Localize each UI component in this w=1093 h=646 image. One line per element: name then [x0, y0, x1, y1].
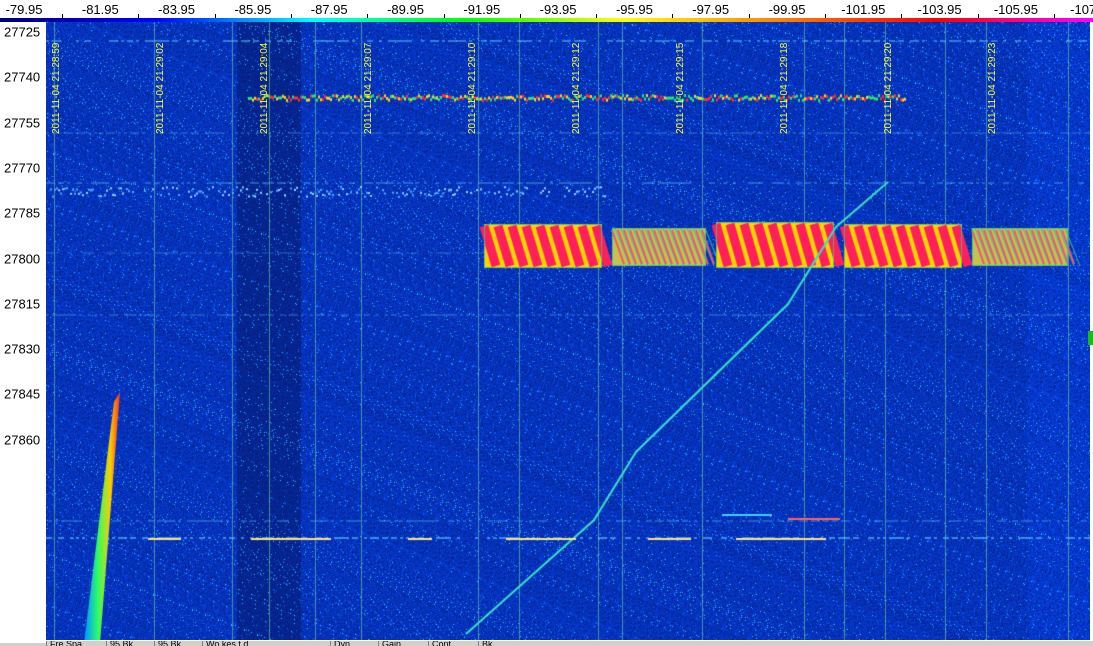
waterfall-canvas[interactable]: [46, 22, 1090, 643]
timestamp-label: 2011-11-04 21:29:12: [571, 42, 582, 134]
status-bar-item: 95 Bk: [154, 641, 181, 646]
frequency-axis: -79.95 -81.95 -83.95 -85.95 -87.95 -89.95 -91.…: [0, 0, 1093, 19]
y-tick-label: 27860: [4, 432, 41, 448]
timestamp-label: 2011-11-04 21:29:20: [883, 42, 894, 134]
status-bar-item: Wo kes t d: [202, 641, 248, 646]
y-axis: 27725 27740 27755 27770 27785 27800 27815 27830…: [0, 22, 47, 643]
y-tick-label: 27845: [4, 386, 41, 402]
timestamp-label: 2011-11-04 21:28:59: [51, 42, 62, 134]
frequency-tick-label: -99.95: [768, 2, 806, 17]
frequency-tick-label: -85.95: [234, 2, 272, 17]
y-tick-label: 27815: [4, 296, 41, 312]
status-bar-item: Bk: [478, 641, 493, 646]
y-tick-label: 27785: [4, 205, 41, 221]
status-bar-item: Cont: [428, 641, 451, 646]
frequency-tick-label: -81.95: [81, 2, 119, 17]
level-marker[interactable]: [1088, 331, 1093, 345]
status-bar: Fre Spa 95 Bk 95 Bk Wo kes t d Dyn Gain Cont Bk: [46, 640, 1093, 646]
frequency-tick-label: -83.95: [158, 2, 196, 17]
status-bar-item: Gain: [378, 641, 401, 646]
frequency-tick-label: -107.95: [1070, 2, 1093, 17]
y-tick-label: 27830: [4, 341, 41, 357]
timestamp-label: 2011-11-04 21:29:15: [675, 42, 686, 134]
frequency-tick-label: -89.95: [387, 2, 424, 17]
status-bar-item: Dyn: [330, 641, 350, 646]
status-bar-item: Fre Spa: [46, 641, 82, 646]
y-tick-label: 27755: [4, 115, 41, 131]
timestamp-label: 2011-11-04 21:29:23: [987, 42, 998, 134]
status-bar-item: 95 Bk: [106, 641, 133, 646]
timestamp-label: 2011-11-04 21:29:10: [467, 42, 478, 134]
y-tick-label: 27800: [4, 251, 41, 266]
timestamp-label: 2011-11-04 21:29:18: [779, 42, 790, 134]
frequency-tick-label: -95.95: [615, 2, 653, 17]
timestamp-label: 2011-11-04 21:29:07: [363, 42, 374, 134]
frequency-tick-label: -79.95: [5, 2, 43, 17]
frequency-tick-label: -105.95: [993, 2, 1038, 17]
waterfall-plot[interactable]: 2011-11-04 21:28:59 2011-11-04 21:29:02 20…: [46, 22, 1090, 643]
y-tick-label: 27770: [4, 160, 41, 176]
frequency-tick-label: -101.95: [841, 2, 886, 17]
y-tick-label: 27740: [4, 69, 41, 85]
frequency-tick-label: -97.95: [692, 2, 730, 17]
timestamp-label: 2011-11-04 21:29:04: [259, 42, 270, 134]
frequency-tick-label: -87.95: [310, 2, 348, 17]
y-tick-label: 27725: [4, 24, 41, 40]
frequency-tick-label: -91.95: [463, 2, 501, 17]
timestamp-label: 2011-11-04 21:29:02: [155, 42, 166, 134]
frequency-tick-label: -93.95: [539, 2, 577, 17]
frequency-tick-label: -103.95: [917, 2, 962, 17]
